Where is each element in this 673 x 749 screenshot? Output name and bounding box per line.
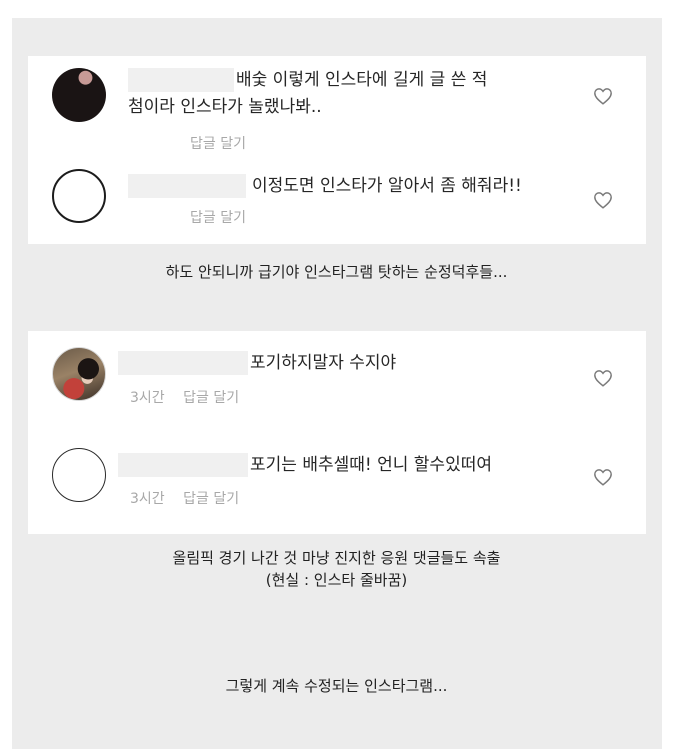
username-blurred[interactable] — [128, 174, 246, 198]
reply-link[interactable]: 답글 달기 — [183, 491, 239, 507]
comment-text-line-1: 포기하지말자 수지야 — [250, 353, 397, 373]
comment-text-line-2: 첨이라 인스타가 놀랬나봐.. — [128, 97, 322, 117]
caption-2-line-2: (현실 : 인스타 줄바꿈) — [265, 571, 408, 589]
comment-time: 3시간 — [130, 390, 165, 406]
heart-icon[interactable] — [593, 369, 613, 387]
heart-icon[interactable] — [593, 191, 613, 209]
comment-text-line-1: 배숯 이렇게 인스타에 길게 글 쓴 적 — [236, 70, 488, 90]
comment-text-line-1: 이정도면 인스타가 알아서 좀 해줘라!! — [252, 176, 522, 196]
reply-link[interactable]: 답글 달기 — [190, 136, 246, 152]
avatar[interactable] — [52, 448, 106, 502]
caption-1: 하도 안되니까 급기야 인스타그램 탓하는 순정덕후들... — [165, 263, 508, 281]
caption-3: 그렇게 계속 수정되는 인스타그램... — [225, 677, 448, 695]
caption-2-line-1: 올림픽 경기 나간 것 마냥 진지한 응원 댓글들도 속출 — [172, 549, 501, 567]
reply-link[interactable]: 답글 달기 — [183, 390, 239, 406]
comment-meta: 3시간 답글 달기 — [130, 387, 253, 407]
avatar[interactable] — [52, 68, 106, 122]
comment-meta: 답글 달기 — [190, 207, 260, 227]
comment-card-1: 배숯 이렇게 인스타에 길게 글 쓴 적 첨이라 인스타가 놀랬나봐.. 답글 … — [28, 56, 646, 244]
username-blurred[interactable] — [128, 68, 234, 92]
avatar[interactable] — [52, 169, 106, 223]
username-blurred[interactable] — [118, 453, 248, 477]
heart-icon[interactable] — [593, 468, 613, 486]
avatar[interactable] — [52, 347, 106, 401]
heart-icon[interactable] — [593, 87, 613, 105]
username-blurred[interactable] — [118, 351, 248, 375]
comment-meta: 답글 달기 — [190, 133, 260, 153]
comment-time: 3시간 — [130, 491, 165, 507]
comment-card-2: 포기하지말자 수지야 3시간 답글 달기 포기는 배추셀때! 언니 할수있떠여 … — [28, 331, 646, 534]
comment-text-line-1: 포기는 배추셀때! 언니 할수있떠여 — [250, 455, 492, 475]
comment-meta: 3시간 답글 달기 — [130, 488, 253, 508]
reply-link[interactable]: 답글 달기 — [190, 210, 246, 226]
